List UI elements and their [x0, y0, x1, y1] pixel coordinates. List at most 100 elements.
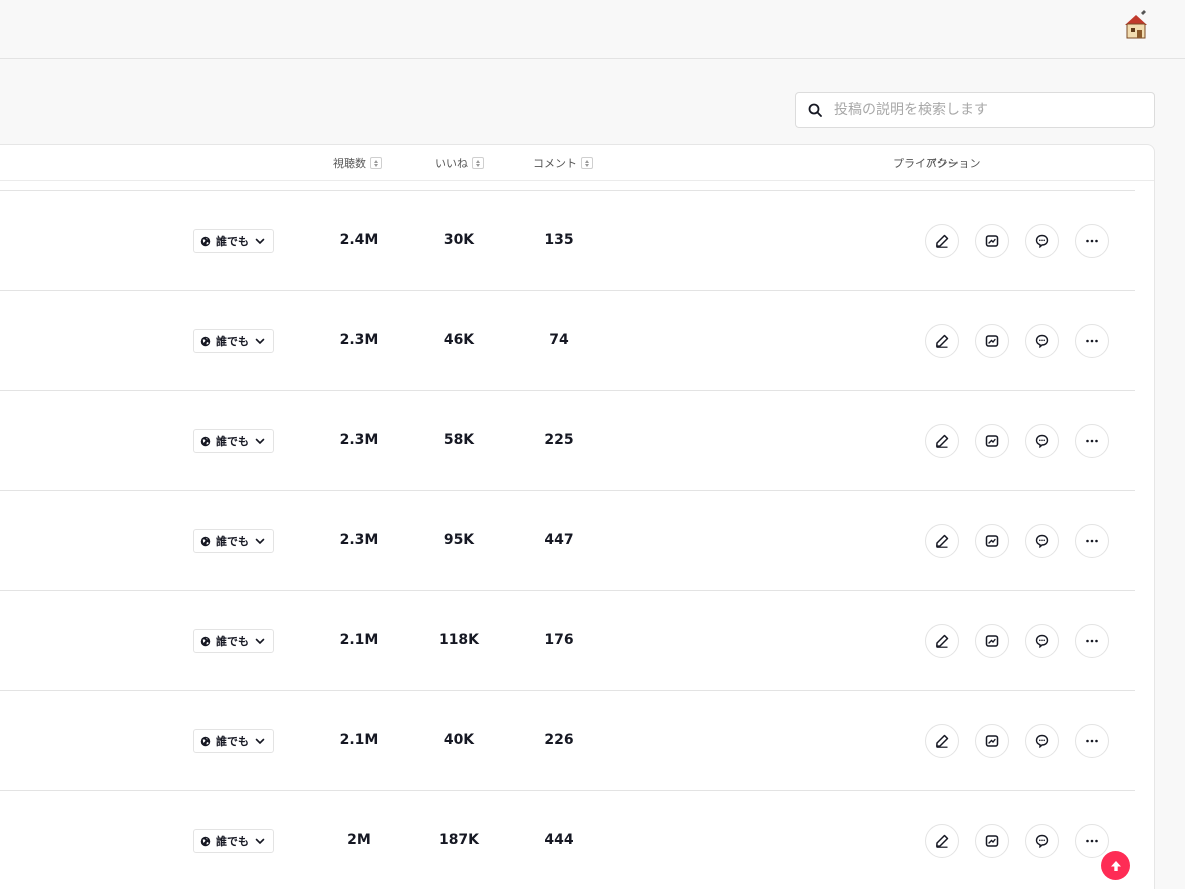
comment-bubble-icon [1035, 434, 1049, 448]
table-row: 誰でも 2.1M 40K 226 [0, 690, 1135, 790]
globe-icon [200, 736, 211, 746]
pencil-icon [936, 534, 949, 548]
table-row: 誰でも 2.4M 30K 135 [0, 190, 1135, 290]
analytics-icon [985, 635, 999, 647]
chevron-down-icon [255, 738, 265, 744]
edit-button[interactable] [925, 424, 959, 458]
comments-button[interactable] [1025, 524, 1059, 558]
analytics-button[interactable] [975, 224, 1009, 258]
globe-icon [200, 836, 211, 846]
pencil-icon [936, 634, 949, 648]
comments-button[interactable] [1025, 824, 1059, 858]
privacy-dropdown[interactable]: 誰でも [193, 529, 274, 553]
privacy-label: 誰でも [216, 735, 249, 748]
edit-button[interactable] [925, 524, 959, 558]
search-icon [808, 103, 822, 117]
header-views[interactable]: 視聴数 [333, 155, 382, 171]
analytics-icon [985, 435, 999, 447]
table-row: 誰でも 2.3M 95K 447 [0, 490, 1135, 590]
analytics-icon [985, 735, 999, 747]
globe-icon [200, 536, 211, 546]
top-bar [0, 0, 1185, 59]
arrow-up-icon [1110, 860, 1121, 871]
privacy-dropdown[interactable]: 誰でも [193, 629, 274, 653]
comments-button[interactable] [1025, 224, 1059, 258]
more-button[interactable] [1075, 724, 1109, 758]
privacy-dropdown[interactable]: 誰でも [193, 729, 274, 753]
comments-count: 225 [544, 432, 574, 448]
edit-button[interactable] [925, 224, 959, 258]
privacy-dropdown[interactable]: 誰でも [193, 829, 274, 853]
comments-count: 444 [544, 832, 574, 848]
pencil-icon [936, 434, 949, 448]
sort-icon[interactable] [581, 157, 593, 169]
globe-icon [200, 236, 211, 246]
edit-button[interactable] [925, 324, 959, 358]
search-bar[interactable] [795, 92, 1155, 128]
sort-icon[interactable] [370, 157, 382, 169]
more-button[interactable] [1075, 224, 1109, 258]
sort-icon[interactable] [472, 157, 484, 169]
analytics-button[interactable] [975, 324, 1009, 358]
analytics-icon [985, 235, 999, 247]
table-body: 誰でも 2.4M 30K 135 誰でも 2.3M 46K 74 誰でも 2.3… [0, 190, 1135, 889]
views-count: 2.3M [339, 532, 379, 548]
comments-count: 447 [544, 532, 574, 548]
analytics-icon [985, 535, 999, 547]
chevron-down-icon [255, 438, 265, 444]
more-button[interactable] [1075, 424, 1109, 458]
header-likes[interactable]: いいね [435, 155, 484, 171]
header-comments[interactable]: コメント [533, 155, 593, 171]
more-button[interactable] [1075, 824, 1109, 858]
comments-button[interactable] [1025, 724, 1059, 758]
pencil-icon [936, 334, 949, 348]
comments-button[interactable] [1025, 424, 1059, 458]
analytics-button[interactable] [975, 424, 1009, 458]
comments-button[interactable] [1025, 624, 1059, 658]
globe-icon [200, 336, 211, 346]
search-input[interactable] [834, 102, 1134, 118]
privacy-dropdown[interactable]: 誰でも [193, 429, 274, 453]
likes-count: 58K [443, 432, 475, 448]
edit-button[interactable] [925, 624, 959, 658]
comment-bubble-icon [1035, 334, 1049, 348]
globe-icon [200, 436, 211, 446]
more-dots-icon [1086, 439, 1098, 443]
chevron-down-icon [255, 638, 265, 644]
comments-button[interactable] [1025, 324, 1059, 358]
comment-bubble-icon [1035, 234, 1049, 248]
views-count: 2.1M [339, 732, 379, 748]
table-row: 誰でも 2.3M 46K 74 [0, 290, 1135, 390]
analytics-button[interactable] [975, 524, 1009, 558]
likes-count: 95K [443, 532, 475, 548]
analytics-button[interactable] [975, 624, 1009, 658]
analytics-button[interactable] [975, 724, 1009, 758]
edit-button[interactable] [925, 724, 959, 758]
comment-bubble-icon [1035, 634, 1049, 648]
privacy-dropdown[interactable]: 誰でも [193, 329, 274, 353]
privacy-label: 誰でも [216, 435, 249, 448]
privacy-dropdown[interactable]: 誰でも [193, 229, 274, 253]
pencil-icon [936, 734, 949, 748]
chevron-down-icon [255, 538, 265, 544]
privacy-label: 誰でも [216, 535, 249, 548]
likes-count: 30K [443, 232, 475, 248]
analytics-button[interactable] [975, 824, 1009, 858]
comment-bubble-icon [1035, 834, 1049, 848]
more-button[interactable] [1075, 524, 1109, 558]
avatar[interactable] [1121, 9, 1151, 41]
scroll-to-top-button[interactable] [1101, 851, 1130, 880]
more-button[interactable] [1075, 324, 1109, 358]
chevron-down-icon [255, 338, 265, 344]
analytics-icon [985, 335, 999, 347]
analytics-icon [985, 835, 999, 847]
likes-count: 46K [443, 332, 475, 348]
more-dots-icon [1086, 639, 1098, 643]
edit-button[interactable] [925, 824, 959, 858]
comment-bubble-icon [1035, 534, 1049, 548]
table-row: 誰でも 2M 187K 444 [0, 790, 1135, 889]
more-button[interactable] [1075, 624, 1109, 658]
views-count: 2.3M [339, 432, 379, 448]
pencil-icon [936, 234, 949, 248]
comments-count: 135 [544, 232, 574, 248]
